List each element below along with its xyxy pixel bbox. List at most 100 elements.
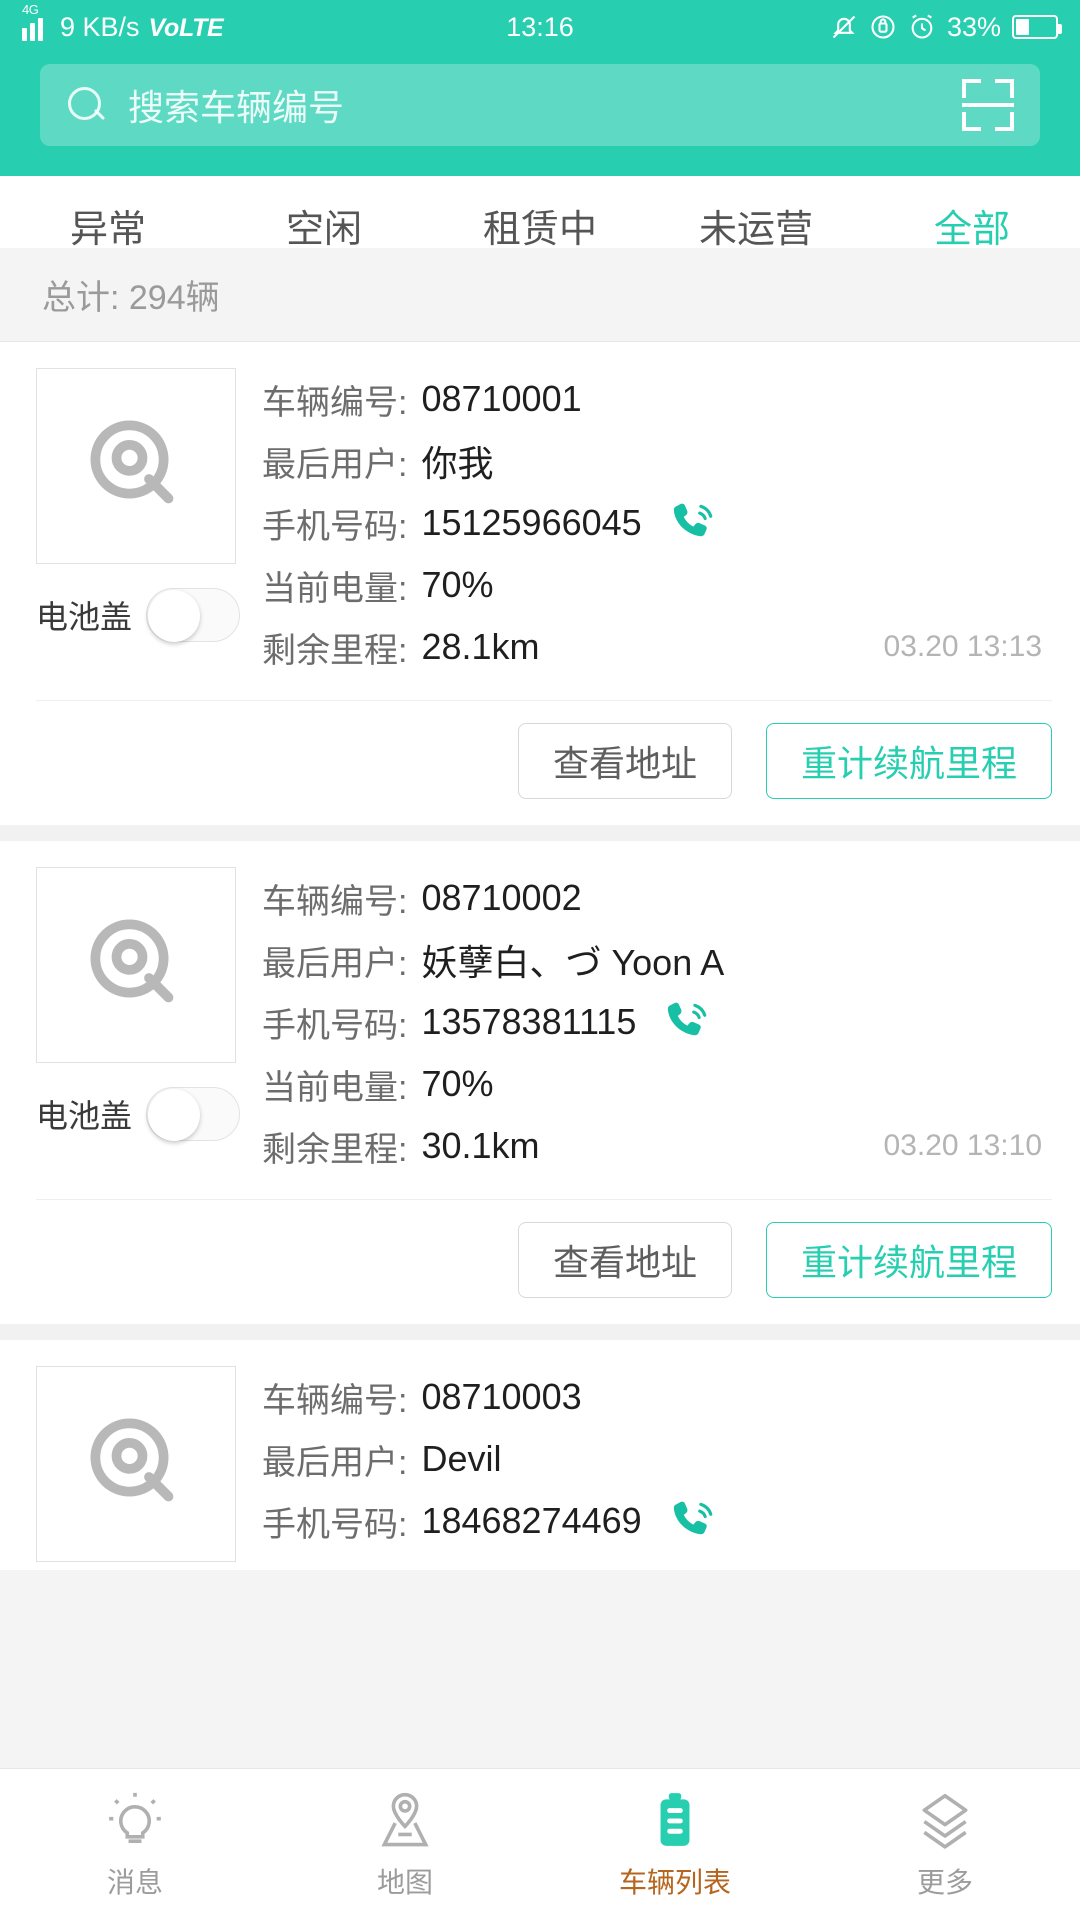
range-label: 剩余里程:	[262, 631, 408, 670]
update-timestamp: 03.20 13:10	[883, 1129, 1042, 1162]
view-address-button[interactable]: 查看地址	[517, 1222, 732, 1298]
vehicle-card-details: 车辆编号: 08710003 最后用户: Devil 手机号码: 1846827…	[244, 1366, 1052, 1562]
vehicle-card-body: 电池盖 车辆编号: 08710002 最后用户: 妖孽白、づ Yoon A 手机…	[0, 841, 1080, 1185]
image-placeholder-icon	[90, 919, 174, 1003]
vehicle-card-details: 车辆编号: 08710001 最后用户: 你我 手机号码: 1512596604…	[244, 368, 1052, 678]
card-separator	[0, 825, 1080, 841]
last-user-row: 最后用户: Devil	[262, 1428, 1052, 1490]
bottom-navigation: 消息 地图 车辆列表 更多	[0, 1768, 1080, 1920]
network-type-label: 4G	[22, 1, 39, 17]
phone-row: 手机号码: 13578381115	[262, 991, 1052, 1053]
battery-label: 当前电量:	[262, 569, 408, 608]
battery-cover-toggle[interactable]	[146, 1087, 241, 1141]
image-placeholder-icon	[90, 420, 174, 504]
status-bar-right: 33%	[830, 11, 1062, 42]
vehicle-list: 电池盖 车辆编号: 08710001 最后用户: 你我 手机号码: 151259…	[0, 342, 1080, 1570]
search-bar: 搜索车辆编号	[0, 54, 1080, 176]
battery-row: 当前电量: 70%	[262, 1053, 1052, 1115]
phone-value: 18468274469	[421, 1500, 642, 1541]
map-pin-icon	[381, 1792, 429, 1846]
app-screen: 4G 9 KB/s VoLTE 13:16 33% 搜索车辆编号 异常 空闲 租…	[0, 0, 1080, 1920]
nav-label-more: 更多	[916, 1866, 973, 1898]
battery-row: 当前电量: 70%	[262, 554, 1052, 616]
vehicle-no-row: 车辆编号: 08710003	[262, 1366, 1052, 1428]
volte-label: VoLTE	[148, 13, 224, 42]
recalc-range-button[interactable]: 重计续航里程	[765, 1222, 1052, 1298]
last-user-row: 最后用户: 你我	[262, 430, 1052, 492]
range-value: 30.1km	[421, 1125, 540, 1166]
nav-label-vehicle-list: 车辆列表	[618, 1866, 731, 1898]
alarm-icon	[908, 13, 936, 41]
nav-item-messages[interactable]: 消息	[0, 1769, 270, 1920]
phone-label: 手机号码:	[262, 1505, 408, 1544]
vehicle-card-actions: 查看地址 重计续航里程	[36, 1199, 1052, 1324]
vehicle-no-value: 08710001	[421, 378, 582, 419]
battery-cover-toggle[interactable]	[146, 588, 241, 642]
vehicle-card-body: 车辆编号: 08710003 最后用户: Devil 手机号码: 1846827…	[0, 1340, 1080, 1570]
battery-cover-control: 电池盖	[36, 1087, 244, 1141]
nav-label-messages: 消息	[106, 1866, 163, 1898]
search-placeholder: 搜索车辆编号	[128, 87, 345, 128]
nav-label-map: 地图	[376, 1866, 433, 1898]
network-speed-label: 9 KB/s	[60, 11, 140, 42]
vehicle-thumbnail	[36, 867, 236, 1063]
vehicle-thumbnail	[36, 1366, 236, 1562]
range-value: 28.1km	[421, 626, 540, 667]
vehicle-card-left	[36, 1366, 244, 1562]
recalc-range-button[interactable]: 重计续航里程	[765, 723, 1052, 799]
vehicle-no-row: 车辆编号: 08710002	[262, 867, 1052, 929]
vehicle-no-label: 车辆编号:	[262, 1381, 408, 1420]
vehicle-thumbnail	[36, 368, 236, 564]
call-icon[interactable]	[666, 496, 720, 550]
phone-label: 手机号码:	[262, 1006, 408, 1045]
vehicle-card-body: 电池盖 车辆编号: 08710001 最后用户: 你我 手机号码: 151259…	[0, 342, 1080, 686]
call-icon[interactable]	[660, 995, 714, 1049]
phone-row: 手机号码: 18468274469	[262, 1490, 1052, 1552]
phone-value: 15125966045	[421, 502, 642, 543]
last-user-value: 你我	[421, 443, 494, 484]
vehicle-no-label: 车辆编号:	[262, 383, 408, 422]
battery-value: 70%	[421, 564, 494, 605]
vehicle-card[interactable]: 电池盖 车辆编号: 08710002 最后用户: 妖孽白、づ Yoon A 手机…	[0, 841, 1080, 1324]
phone-value: 13578381115	[421, 1001, 637, 1042]
battery-label: 当前电量:	[262, 1068, 408, 1107]
lightbulb-icon	[109, 1792, 161, 1843]
layers-icon	[922, 1793, 968, 1849]
vehicle-no-value: 08710003	[421, 1376, 582, 1417]
vehicle-no-value: 08710002	[421, 877, 582, 918]
vehicle-card-left: 电池盖	[36, 867, 244, 1177]
range-label: 剩余里程:	[262, 1130, 408, 1169]
vehicle-card-details: 车辆编号: 08710002 最后用户: 妖孽白、づ Yoon A 手机号码: …	[244, 867, 1052, 1177]
scan-qr-icon[interactable]	[962, 79, 1014, 131]
last-user-value: 妖孽白、づ Yoon A	[421, 942, 725, 983]
battery-cover-label: 电池盖	[36, 599, 133, 635]
vehicle-card-left: 电池盖	[36, 368, 244, 678]
vehicle-list-scroll[interactable]: 总计: 294辆 电池盖 车辆编号: 08710001 最后用户: 你我 手机号…	[0, 248, 1080, 1768]
vehicle-card[interactable]: 车辆编号: 08710003 最后用户: Devil 手机号码: 1846827…	[0, 1340, 1080, 1570]
phone-row: 手机号码: 15125966045	[262, 492, 1052, 554]
battery-percent-label: 33%	[946, 11, 1001, 42]
last-user-row: 最后用户: 妖孽白、づ Yoon A	[262, 929, 1052, 991]
view-address-button[interactable]: 查看地址	[517, 723, 732, 799]
nav-item-vehicle-list[interactable]: 车辆列表	[540, 1769, 810, 1920]
total-count-row: 总计: 294辆	[0, 248, 1080, 342]
last-user-label: 最后用户:	[262, 445, 408, 484]
search-input[interactable]: 搜索车辆编号	[40, 64, 1040, 146]
battery-icon	[1012, 15, 1062, 39]
last-user-value: Devil	[421, 1438, 502, 1479]
call-icon[interactable]	[666, 1494, 720, 1548]
card-separator	[0, 1324, 1080, 1340]
nav-item-more[interactable]: 更多	[810, 1769, 1080, 1920]
vehicle-no-row: 车辆编号: 08710001	[262, 368, 1052, 430]
status-bar-left: 4G 9 KB/s VoLTE	[22, 2, 224, 42]
nav-item-map[interactable]: 地图	[270, 1769, 540, 1920]
range-row: 剩余里程: 28.1km 03.20 13:13	[262, 616, 1052, 678]
vehicle-no-label: 车辆编号:	[262, 882, 408, 921]
vehicle-card[interactable]: 电池盖 车辆编号: 08710001 最后用户: 你我 手机号码: 151259…	[0, 342, 1080, 825]
battery-cover-label: 电池盖	[36, 1098, 133, 1134]
last-user-label: 最后用户:	[262, 944, 408, 983]
battery-list-icon	[660, 1792, 690, 1846]
battery-value: 70%	[421, 1063, 494, 1104]
phone-label: 手机号码:	[262, 507, 408, 546]
search-icon	[66, 85, 106, 125]
